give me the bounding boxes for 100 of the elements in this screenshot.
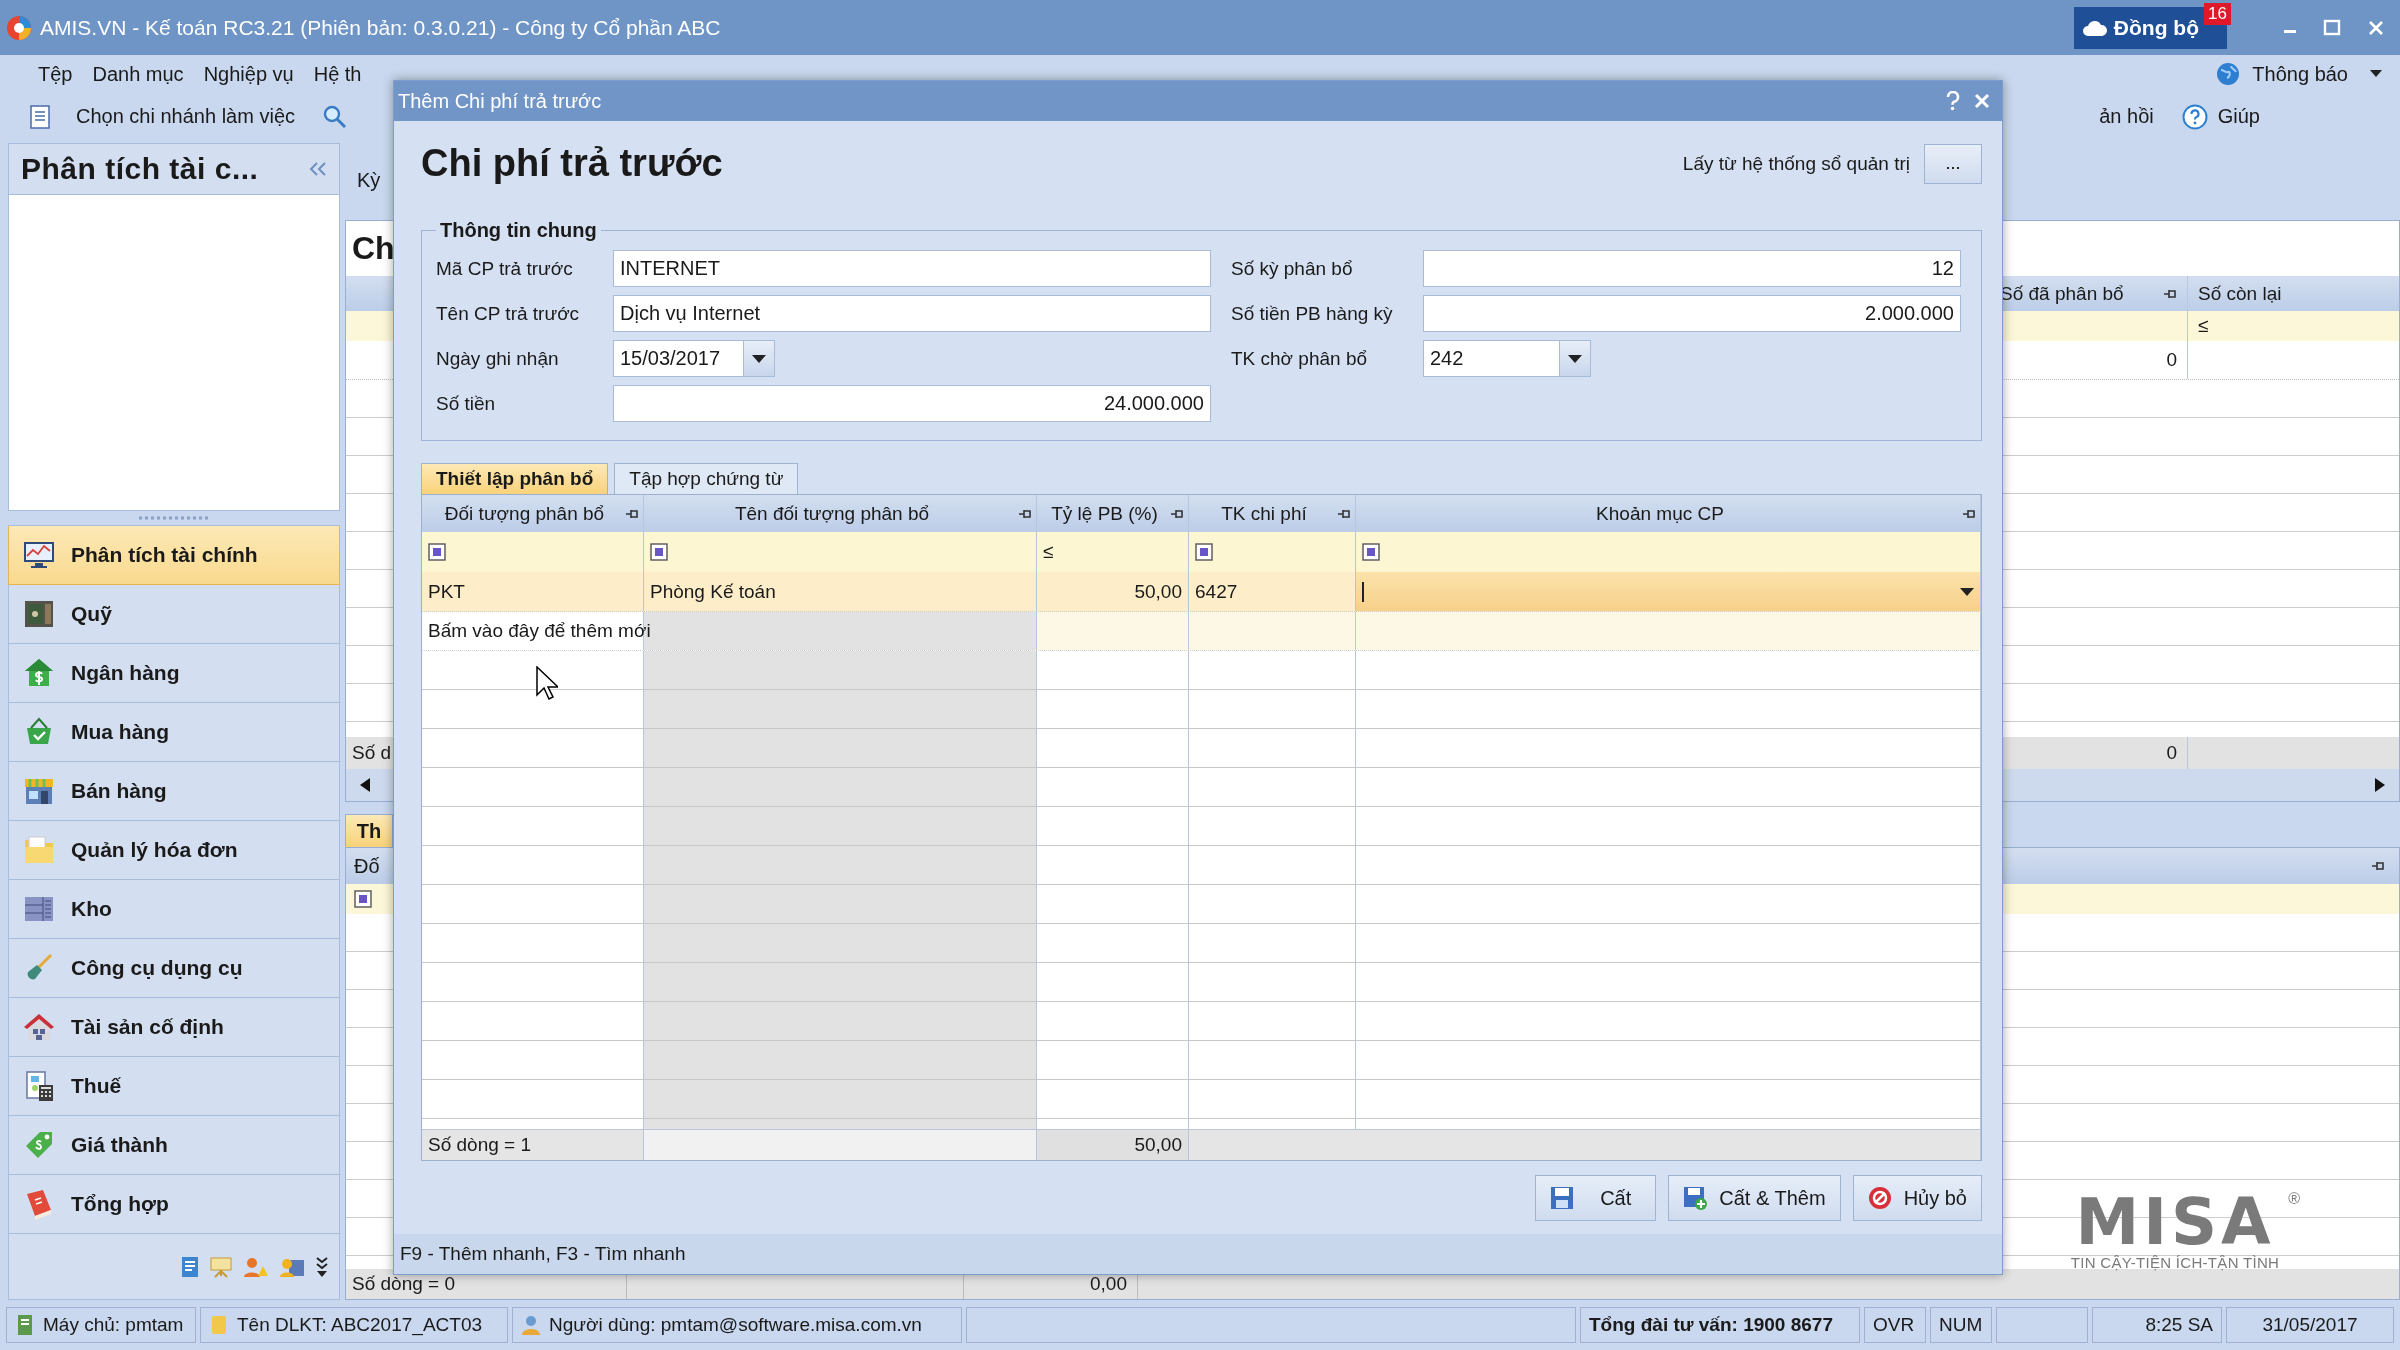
filter-operator[interactable]: ≤ (1043, 541, 1054, 563)
dropdown-arrow-icon (1568, 354, 1582, 363)
notification-button[interactable]: Thông báo (2244, 62, 2356, 86)
caret-icon[interactable] (2370, 70, 2382, 78)
checkbox-icon[interactable] (354, 890, 372, 908)
sidebar-item[interactable]: Ngân hàng (8, 644, 340, 703)
sidebar-item[interactable]: Tài sản cố định (8, 998, 340, 1057)
column-header: Số còn lại (2198, 282, 2282, 305)
filter-operator[interactable]: ≤ (2198, 315, 2209, 337)
num-lock-indicator: NUM (1939, 1314, 1983, 1336)
scroll-right-icon[interactable] (2375, 778, 2385, 792)
column-header: Tỷ lệ PB (%) (1051, 502, 1158, 525)
brand-tagline: TIN CẬY-TIỆN ÍCH-TẬN TÌNH (2070, 1254, 2280, 1271)
save-and-add-button[interactable]: Cất & Thêm (1668, 1175, 1841, 1221)
save-add-icon (1683, 1186, 1708, 1210)
input-field[interactable]: 2.000.000 (1423, 295, 1961, 332)
branch-button[interactable]: Chọn chi nhánh làm việc (76, 105, 295, 128)
save-icon (1550, 1186, 1575, 1210)
sidebar-item[interactable]: Thuế (8, 1057, 340, 1116)
close-icon[interactable] (1974, 93, 1990, 109)
input-field[interactable]: 24.000.000 (613, 385, 1211, 422)
dialog-title: Thêm Chi phí trả trước (398, 89, 602, 113)
pin-icon[interactable] (1018, 507, 1032, 520)
sidebar-item[interactable]: Mua hàng (8, 703, 340, 762)
table-row[interactable]: PKT Phòng Kế toán 50,00 6427 (422, 572, 1981, 612)
report-icon[interactable] (181, 1255, 199, 1278)
server-status: Máy chủ: pmtam (43, 1314, 184, 1336)
save-button[interactable]: Cất (1535, 1175, 1657, 1221)
house-icon (23, 657, 55, 689)
shortcut-hint: F9 - Thêm nhanh, F3 - Tìm nhanh (400, 1243, 686, 1265)
group-title: Thông tin chung (439, 219, 598, 242)
sidebar-item[interactable]: Giá thành (8, 1116, 340, 1175)
maximize-icon[interactable] (2322, 17, 2342, 38)
sidebar-item[interactable]: Công cụ dụng cụ (8, 939, 340, 998)
house-icon (23, 1011, 55, 1043)
new-row[interactable]: Bấm vào đây để thêm mới (422, 612, 1981, 651)
search-icon[interactable] (323, 104, 347, 129)
checkbox-icon[interactable] (1362, 543, 1380, 561)
table-cell: 6427 (1195, 580, 1238, 603)
cancel-icon (1867, 1186, 1892, 1210)
field-label: Ngày ghi nhận (436, 347, 560, 370)
input-field[interactable]: Dịch vụ Internet (613, 295, 1211, 332)
safe-icon (23, 598, 55, 630)
user-status: Người dùng: pmtam@software.misa.com.vn (549, 1314, 922, 1336)
scroll-left-icon[interactable] (360, 778, 370, 792)
source-label: Lấy từ hệ thống sổ quản trị (1682, 152, 1910, 175)
panel-title: Phân tích tài c... (21, 152, 259, 186)
pin-icon[interactable] (2163, 287, 2177, 300)
window-title: AMIS.VN - Kế toán RC3.21 (Phiên bản: 0.3.0.21) - Công ty Cổ phần ABC (40, 15, 721, 40)
splitter-grip-icon[interactable] (139, 516, 209, 520)
input-field[interactable]: INTERNET (613, 250, 1211, 287)
menu-item[interactable]: Hệ th (305, 62, 370, 86)
table-cell: 50,00 (1134, 580, 1182, 603)
pin-icon[interactable] (2371, 860, 2385, 872)
date-field[interactable]: 15/03/2017 (613, 340, 775, 377)
browse-button[interactable]: ... (1924, 143, 1982, 184)
row-count-label: Số d (352, 742, 392, 764)
sidebar-item[interactable]: Tổng hợp (8, 1175, 340, 1234)
checkbox-icon[interactable] (428, 543, 446, 561)
column-header: Tên đối tượng phân bổ (734, 502, 930, 525)
cell-editor[interactable] (1356, 572, 1981, 611)
table-cell: Phòng Kế toán (650, 580, 776, 603)
pin-icon[interactable] (625, 507, 639, 520)
menu-item[interactable]: Nghiệp vụ (195, 62, 302, 86)
tab[interactable]: Th (345, 814, 393, 847)
field-label: Số tiền PB hàng kỳ (1231, 302, 1394, 325)
tab[interactable]: Tập hợp chứng từ (614, 463, 799, 494)
pin-icon[interactable] (1170, 507, 1184, 520)
tab[interactable]: Thiết lập phân bổ (421, 463, 609, 494)
help-icon[interactable] (1946, 91, 1960, 111)
document-icon[interactable] (30, 104, 50, 129)
pin-icon[interactable] (1962, 507, 1976, 520)
globe-icon[interactable] (2216, 62, 2241, 86)
help-icon[interactable] (2181, 103, 2208, 130)
monitor-icon (23, 539, 55, 571)
input-field[interactable]: 12 (1423, 250, 1961, 287)
sidebar-item[interactable]: Bán hàng (8, 762, 340, 821)
menu-item[interactable]: Tệp (30, 62, 81, 86)
help-button[interactable]: Giúp (2217, 105, 2260, 128)
sidebar-item[interactable]: Quỹ (8, 585, 340, 644)
sidebar-item[interactable]: Kho (8, 880, 340, 939)
sidebar-item[interactable]: Phân tích tài chính (8, 526, 340, 585)
combo-box[interactable]: 242 (1423, 340, 1591, 377)
calculator-icon (23, 1070, 55, 1102)
menu-item[interactable]: Danh mục (84, 62, 192, 86)
checkbox-icon[interactable] (1195, 543, 1213, 561)
trademark-mark: ® (2288, 1190, 2300, 1208)
checkbox-icon[interactable] (650, 543, 668, 561)
footer-total: 0,00 (1090, 1273, 1127, 1295)
app-logo-icon (6, 14, 32, 41)
field-label: Tên CP trả trước (436, 302, 581, 325)
pin-icon[interactable] (1337, 507, 1351, 520)
feedback-button[interactable]: ản hồi (2099, 105, 2154, 128)
cancel-button[interactable]: Hủy bỏ (1852, 1175, 1982, 1221)
mouse-pointer-icon (536, 666, 558, 700)
footer-total: 0 (2166, 742, 2177, 764)
more-icon[interactable] (315, 1255, 329, 1278)
table-cell: 0 (2166, 349, 2177, 371)
column-header: TK chi phí (1221, 502, 1307, 525)
sidebar-item[interactable]: Quản lý hóa đơn (8, 821, 340, 880)
